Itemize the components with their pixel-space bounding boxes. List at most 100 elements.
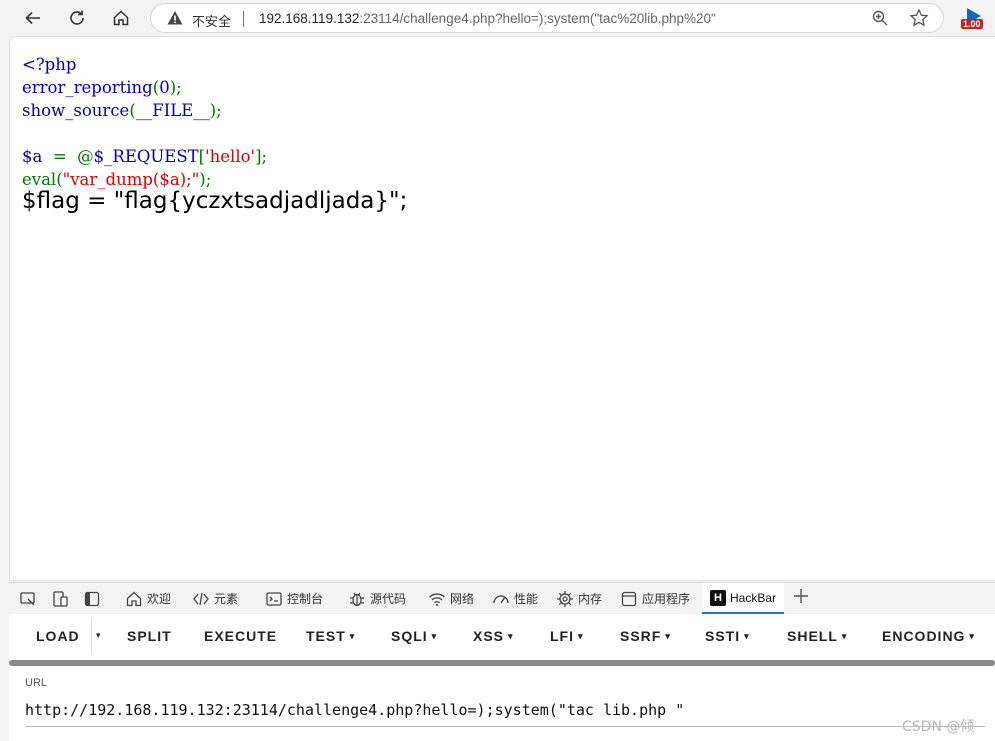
arrow-left-icon bbox=[25, 11, 40, 25]
device-toolbar-icon[interactable] bbox=[51, 590, 69, 608]
tab-application[interactable]: 应用程序 bbox=[620, 583, 690, 614]
flag-output: $flag = "flag{yczxtsadjadljada}"; bbox=[22, 188, 408, 214]
favorite-star-icon[interactable] bbox=[909, 8, 929, 28]
chevron-down-icon: ▾ bbox=[578, 631, 584, 641]
url-input[interactable]: http://192.168.119.132:23114/challenge4.… bbox=[25, 701, 684, 719]
add-tab-button[interactable] bbox=[792, 587, 810, 611]
tab-console[interactable]: 控制台 bbox=[265, 583, 323, 614]
encoding-label: ENCODING bbox=[882, 628, 966, 644]
insecure-label[interactable]: 不安全 bbox=[192, 11, 231, 30]
hackbar-panel: LOAD ▾ SPLIT EXECUTE TEST ▾ SQLI ▾ XSS ▾ LF… bbox=[9, 614, 995, 741]
chevron-down-icon: ▾ bbox=[744, 631, 750, 641]
tab-memory[interactable]: 内存 bbox=[556, 583, 602, 614]
sqli-label: SQLI bbox=[391, 628, 428, 644]
url-field-label: URL bbox=[25, 677, 48, 689]
ssrf-menu[interactable]: SSRF ▾ bbox=[620, 628, 671, 644]
url-path: :23114/challenge4.php?hello=);system("ta… bbox=[359, 11, 716, 26]
code-paren: ); bbox=[199, 170, 212, 189]
tab-label: HackBar bbox=[730, 590, 777, 605]
address-separator bbox=[243, 11, 244, 27]
tab-label: 应用程序 bbox=[642, 592, 691, 606]
address-bar[interactable]: 不安全 192.168.119.132:23114/challenge4.php… bbox=[150, 3, 944, 33]
ssti-label: SSTI bbox=[705, 628, 741, 644]
code-paren: ); bbox=[169, 78, 182, 97]
chevron-down-icon: ▾ bbox=[349, 631, 356, 641]
encoding-menu[interactable]: ENCODING ▾ bbox=[882, 628, 975, 644]
sqli-menu[interactable]: SQLI ▾ bbox=[391, 628, 437, 644]
tab-performance[interactable]: 性能 bbox=[492, 583, 538, 614]
code-request: $_REQUEST bbox=[93, 147, 199, 166]
back-button[interactable] bbox=[19, 4, 47, 32]
url-input-underline bbox=[25, 726, 985, 727]
lfi-menu[interactable]: LFI ▾ bbox=[550, 628, 584, 644]
code-operator: = @ bbox=[42, 147, 94, 166]
xss-label: XSS bbox=[473, 628, 505, 644]
url-host: 192.168.119.132 bbox=[259, 11, 360, 26]
tab-label: 性能 bbox=[514, 592, 539, 606]
code-fn-eval: eval bbox=[22, 170, 57, 189]
execute-button[interactable]: EXECUTE bbox=[204, 628, 277, 644]
plus-icon bbox=[794, 589, 808, 603]
home-icon bbox=[113, 10, 129, 26]
lfi-label: LFI bbox=[550, 628, 574, 644]
refresh-icon bbox=[70, 10, 84, 25]
tab-label: 欢迎 bbox=[147, 592, 172, 606]
code-paren: ); bbox=[209, 101, 222, 120]
code-fn-show-source: show_source bbox=[22, 101, 130, 120]
tab-label: 元素 bbox=[214, 592, 239, 606]
code-bracket: ]; bbox=[255, 147, 268, 166]
code-string: "var_dump($a);" bbox=[62, 170, 200, 189]
chevron-down-icon: ▾ bbox=[969, 631, 975, 641]
left-window-edge bbox=[0, 36, 9, 581]
extension-button[interactable]: 1.00 bbox=[961, 6, 987, 32]
tab-elements[interactable]: 元素 bbox=[192, 583, 238, 614]
refresh-button[interactable] bbox=[63, 4, 91, 32]
chevron-down-icon: ▾ bbox=[665, 631, 671, 641]
tab-label: 控制台 bbox=[287, 592, 324, 606]
tab-hackbar[interactable]: H HackBar bbox=[702, 583, 785, 614]
hackbar-toolbar: LOAD ▾ SPLIT EXECUTE TEST ▾ SQLI ▾ XSS ▾ LF… bbox=[9, 614, 995, 658]
split-button[interactable]: SPLIT bbox=[127, 628, 172, 644]
tab-label: 网络 bbox=[450, 592, 475, 606]
console-icon bbox=[266, 591, 282, 606]
inspect-icon[interactable] bbox=[19, 590, 37, 608]
code-var-a: $a bbox=[22, 147, 43, 166]
hackbar-logo-icon: H bbox=[710, 589, 726, 606]
ssti-menu[interactable]: SSTI ▾ bbox=[705, 628, 750, 644]
devtools-tabbar: 欢迎 元素 控制台 源代码 网络 性能 内存 应用程序 H HackBar bbox=[9, 582, 995, 614]
bug-icon bbox=[350, 592, 364, 606]
chevron-down-icon: ▾ bbox=[841, 631, 848, 641]
toolbar-divider bbox=[91, 620, 92, 652]
test-label: TEST bbox=[306, 628, 346, 644]
tab-network[interactable]: 网络 bbox=[428, 583, 474, 614]
php-source: <?php error_reporting(0); show_source(__… bbox=[22, 53, 267, 191]
warning-icon[interactable] bbox=[167, 10, 183, 26]
extension-badge: 1.00 bbox=[961, 19, 983, 29]
code-arg: __FILE__ bbox=[135, 101, 210, 120]
tab-welcome[interactable]: 欢迎 bbox=[125, 583, 171, 614]
code-arg: 0 bbox=[159, 78, 170, 97]
load-dropdown-caret[interactable]: ▾ bbox=[96, 630, 101, 641]
sidebar-toggle-icon[interactable] bbox=[83, 590, 101, 608]
chevron-down-icon: ▾ bbox=[431, 631, 438, 641]
shell-menu[interactable]: SHELL ▾ bbox=[787, 628, 847, 644]
load-button[interactable]: LOAD bbox=[36, 628, 80, 644]
chevron-down-icon: ▾ bbox=[508, 631, 514, 641]
tab-label: 源代码 bbox=[370, 592, 407, 606]
wifi-icon bbox=[429, 592, 445, 606]
xss-menu[interactable]: XSS ▾ bbox=[473, 628, 514, 644]
page-content: <?php error_reporting(0); show_source(__… bbox=[9, 36, 995, 581]
zoom-icon[interactable] bbox=[871, 9, 889, 27]
code-fn-error-reporting: error_reporting bbox=[22, 78, 153, 97]
tab-label: 内存 bbox=[578, 592, 603, 606]
toolbar-scrollbar[interactable] bbox=[9, 660, 995, 666]
gauge-icon bbox=[493, 594, 509, 603]
test-menu[interactable]: TEST ▾ bbox=[306, 628, 355, 644]
tab-sources[interactable]: 源代码 bbox=[348, 583, 406, 614]
watermark: CSDN @倾 bbox=[902, 719, 975, 735]
code-string: 'hello' bbox=[205, 147, 256, 166]
address-url[interactable]: 192.168.119.132:23114/challenge4.php?hel… bbox=[259, 11, 716, 26]
php-open-tag: <?php bbox=[22, 55, 77, 74]
home-icon bbox=[126, 591, 142, 606]
home-button[interactable] bbox=[107, 4, 135, 32]
